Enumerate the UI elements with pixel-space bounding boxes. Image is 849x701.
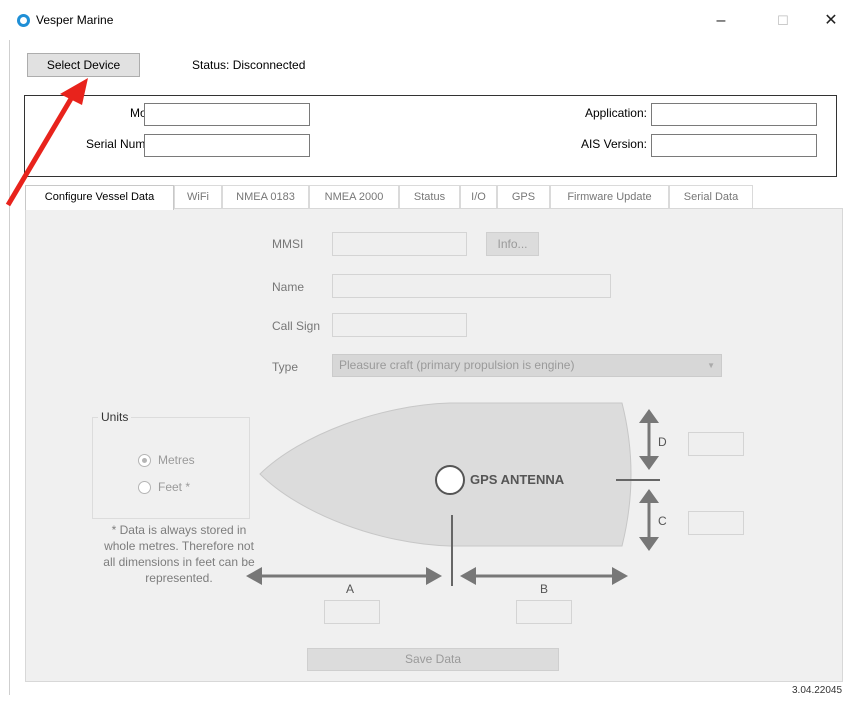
vessel-dimension-diagram xyxy=(5,78,660,586)
tab-configure-vessel-data[interactable]: Configure Vessel Data xyxy=(25,185,174,210)
dim-a-field[interactable] xyxy=(324,600,380,624)
gps-antenna-icon xyxy=(435,465,465,495)
dim-a-label: A xyxy=(346,582,355,596)
dim-d-field[interactable] xyxy=(688,432,744,456)
save-data-button[interactable]: Save Data xyxy=(307,648,559,671)
dim-b-arrow-right xyxy=(612,567,628,585)
dim-b-field[interactable] xyxy=(516,600,572,624)
dim-b-label: B xyxy=(540,582,549,596)
dim-d-arrow-down xyxy=(639,456,659,470)
dim-b-arrow-left xyxy=(460,567,476,585)
dim-a-arrow-left xyxy=(246,567,262,585)
red-arrowhead-icon xyxy=(60,78,88,105)
version-label: 3.04.22045 xyxy=(792,685,843,696)
dim-d-label: D xyxy=(658,435,667,449)
dim-c-arrow-down xyxy=(639,537,659,551)
dim-a-arrow-right xyxy=(426,567,442,585)
dim-c-label: C xyxy=(658,514,667,528)
dim-c-arrow-up xyxy=(639,489,659,503)
main-window: Vesper Marine – ☐ ✕ Select Device Status… xyxy=(0,0,849,701)
dim-c-field[interactable] xyxy=(688,511,744,535)
dim-d-arrow-up xyxy=(639,409,659,423)
gps-antenna-label: GPS ANTENNA xyxy=(470,472,565,487)
